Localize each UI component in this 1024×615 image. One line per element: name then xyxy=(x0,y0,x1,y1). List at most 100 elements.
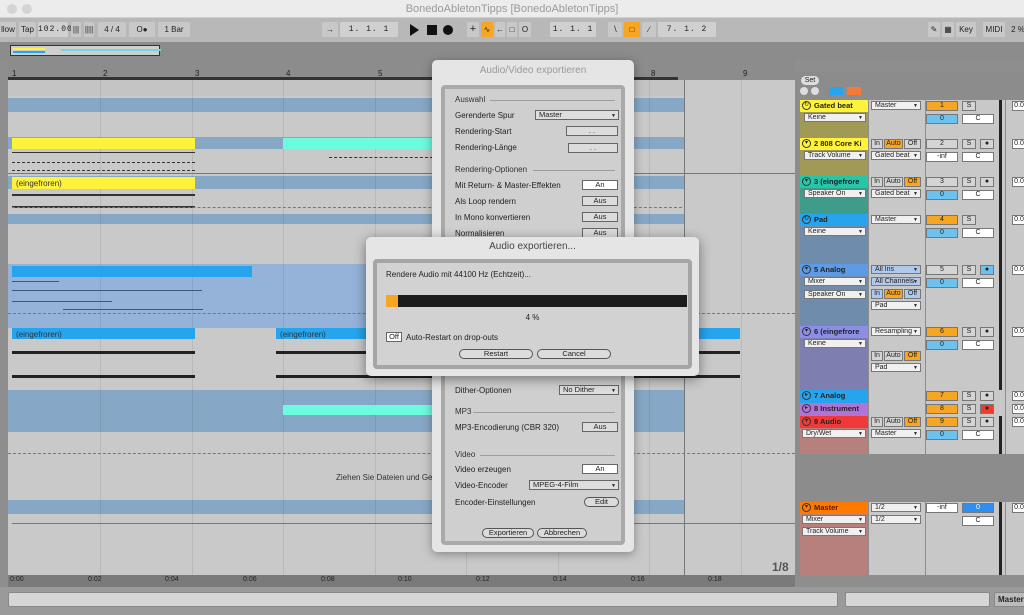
device-chooser[interactable]: Mixer xyxy=(802,515,866,524)
volume-field[interactable]: 0 xyxy=(926,228,958,238)
restart-button[interactable]: Restart xyxy=(459,349,533,359)
output-routing[interactable]: Master xyxy=(871,215,921,224)
volume-field[interactable]: 0 xyxy=(926,114,958,124)
render-length-field[interactable]: . . xyxy=(568,143,618,153)
session-record-icon[interactable]: O xyxy=(519,22,531,37)
monitor-in[interactable]: In xyxy=(871,289,883,299)
volume-field[interactable]: 0 xyxy=(962,503,994,513)
track-header[interactable]: ▾ 9 Audio xyxy=(800,416,868,428)
monitor-in[interactable]: In xyxy=(871,177,883,187)
pan-field[interactable]: C xyxy=(962,278,994,288)
master-automation-line[interactable] xyxy=(12,523,795,524)
volume-field[interactable]: -inf xyxy=(926,152,958,162)
device-chooser[interactable]: Mixer xyxy=(804,277,866,286)
midi-clip[interactable] xyxy=(12,138,195,149)
arm-button[interactable]: ● xyxy=(980,327,994,337)
stop-icon[interactable] xyxy=(427,25,437,35)
frozen-clip[interactable]: (eingefroren) xyxy=(12,328,195,339)
fold-icon[interactable]: ▾ xyxy=(802,417,811,426)
input-channel[interactable]: All Channels xyxy=(871,277,921,286)
nudge-up-icon[interactable]: |||| xyxy=(84,22,94,37)
volume-field[interactable]: 0 xyxy=(926,430,958,440)
export-button[interactable]: Exportieren xyxy=(482,528,534,538)
midi-clip[interactable] xyxy=(283,405,433,415)
monitor-in[interactable]: In xyxy=(871,417,883,427)
cue-volume-field[interactable]: -inf xyxy=(926,503,958,513)
fold-icon[interactable]: ↻ xyxy=(802,215,811,224)
set-button[interactable]: Set xyxy=(801,76,819,85)
play-icon[interactable] xyxy=(410,24,419,36)
lock-icon[interactable] xyxy=(847,87,861,95)
parameter-chooser[interactable]: Track Volume xyxy=(802,527,866,536)
return-master-toggle[interactable]: An xyxy=(582,180,618,190)
track-header[interactable]: ▾ Master xyxy=(800,502,868,514)
tempo-field[interactable]: 102.00 xyxy=(38,22,72,37)
render-start-field[interactable]: . . xyxy=(566,126,618,136)
fold-icon[interactable]: ▾ xyxy=(802,177,811,186)
output-routing[interactable]: Gated beat xyxy=(871,189,921,198)
punch-out-icon[interactable]: ∕ xyxy=(642,22,656,37)
track-activator[interactable]: 4 xyxy=(926,215,958,225)
output-routing[interactable]: Master xyxy=(871,101,921,110)
solo-button[interactable]: S xyxy=(962,139,976,149)
video-create-toggle[interactable]: An xyxy=(582,464,618,474)
solo-button[interactable]: S xyxy=(962,265,976,275)
monitor-off[interactable]: Off xyxy=(904,177,921,187)
track-header[interactable]: ▾ 6 (eingefrore xyxy=(800,326,868,338)
device-chooser[interactable]: Speaker On xyxy=(804,189,866,198)
device-chooser[interactable]: Track Volume xyxy=(804,151,866,160)
follow-button[interactable]: llow xyxy=(0,22,16,37)
loop-icon[interactable]: □ xyxy=(624,22,640,37)
track-activator[interactable]: 7 xyxy=(926,391,958,401)
automation-arm-icon[interactable]: ∿ xyxy=(481,22,493,37)
record-icon[interactable] xyxy=(443,25,453,35)
punch-in-icon[interactable]: ∖ xyxy=(608,22,622,37)
track-header[interactable]: ▸ 7 Analog xyxy=(800,390,868,403)
scene-add-icon[interactable] xyxy=(811,87,819,95)
monitor-off[interactable]: Off xyxy=(904,139,921,149)
device-chooser[interactable]: Keine xyxy=(804,113,866,122)
output-routing[interactable]: Master xyxy=(871,429,921,438)
track-activator[interactable]: 9 xyxy=(926,417,958,427)
arm-button[interactable]: ● xyxy=(980,417,994,427)
output-routing[interactable]: Pad xyxy=(871,301,921,310)
pan-field[interactable]: C xyxy=(962,190,994,200)
output-routing[interactable]: Gated beat xyxy=(871,151,921,160)
device-chooser[interactable]: Keine xyxy=(804,339,866,348)
nudge-down-icon[interactable]: ||| xyxy=(71,22,81,37)
solo-button[interactable]: S xyxy=(962,404,976,414)
overview-viewport[interactable] xyxy=(10,45,161,56)
solo-button[interactable]: S xyxy=(962,215,976,225)
volume-field[interactable]: 0 xyxy=(926,278,958,288)
follow-arrangement-icon[interactable]: → xyxy=(322,22,338,37)
track-activator[interactable]: 6 xyxy=(926,327,958,337)
solo-button[interactable]: S xyxy=(962,327,976,337)
quantize-menu[interactable]: 1 Bar xyxy=(158,22,190,37)
auto-restart-toggle[interactable]: Off xyxy=(386,332,402,342)
pan-field[interactable]: C xyxy=(962,430,994,440)
device-chooser[interactable]: Keine xyxy=(804,227,866,236)
back-to-arrangement-icon[interactable]: ← xyxy=(495,22,505,37)
solo-button[interactable]: S xyxy=(962,391,976,401)
computer-keyboard-icon[interactable]: ▦ xyxy=(942,22,954,37)
pan-field[interactable]: C xyxy=(962,340,994,350)
expand-icon[interactable]: ▸ xyxy=(802,404,811,413)
input-type[interactable]: All Ins xyxy=(871,265,921,274)
track-header[interactable]: ↻ Gated beat xyxy=(800,100,868,112)
cancel-button[interactable]: Cancel xyxy=(537,349,611,359)
monitor-off[interactable]: Off xyxy=(904,417,921,427)
track-activator[interactable]: 1 xyxy=(926,101,958,111)
fold-icon[interactable]: ↻ xyxy=(802,101,811,110)
fold-icon[interactable]: ▾ xyxy=(802,503,811,512)
monitor-off[interactable]: Off xyxy=(904,351,921,361)
arm-button[interactable]: ● xyxy=(980,177,994,187)
track-header[interactable]: ▾ 2 808 Core Ki xyxy=(800,138,868,150)
pan-field[interactable]: C xyxy=(962,228,994,238)
pan-field[interactable]: C xyxy=(962,152,994,162)
track-header[interactable]: ▾ 5 Analog xyxy=(800,264,868,276)
arm-button[interactable]: ● xyxy=(980,404,994,414)
link-icon[interactable] xyxy=(829,87,843,95)
monitor-off[interactable]: Off xyxy=(904,289,921,299)
key-map-button[interactable]: Key xyxy=(956,22,976,37)
volume-field[interactable]: 0 xyxy=(926,190,958,200)
